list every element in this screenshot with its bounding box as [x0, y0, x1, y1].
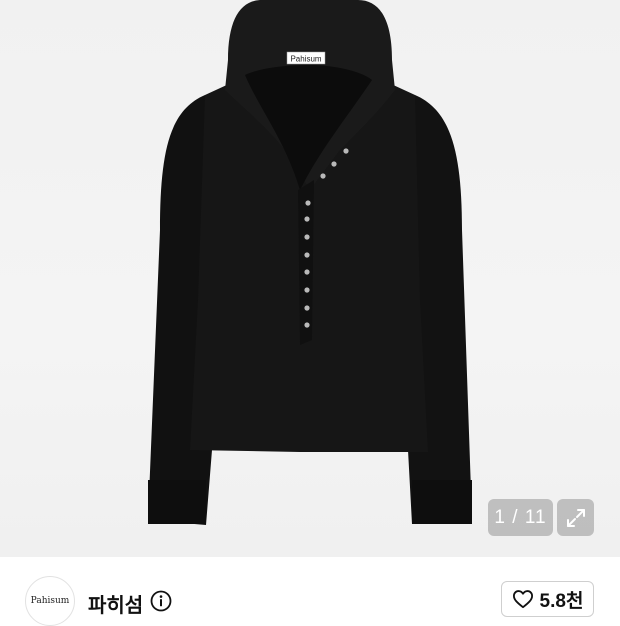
- image-counter: 1 / 11: [488, 499, 553, 536]
- like-button[interactable]: 5.8천: [501, 581, 594, 617]
- expand-arrows-icon: [566, 508, 585, 527]
- shop-bar: Pahisum 파히섬 5.8천: [0, 557, 620, 626]
- product-image: Pahisum: [148, 0, 472, 525]
- shop-logo-text: Pahisum: [30, 596, 70, 606]
- info-icon[interactable]: [150, 590, 172, 612]
- shop-name[interactable]: 파히섬: [88, 589, 143, 618]
- like-count: 5.8천: [539, 590, 584, 612]
- expand-button[interactable]: [557, 499, 594, 536]
- heart-icon: [512, 590, 533, 609]
- product-image-gallery[interactable]: Pahisum 1 / 11: [0, 0, 620, 557]
- shop-logo[interactable]: Pahisum: [25, 576, 75, 626]
- product-label-text: Pahisum: [290, 55, 321, 64]
